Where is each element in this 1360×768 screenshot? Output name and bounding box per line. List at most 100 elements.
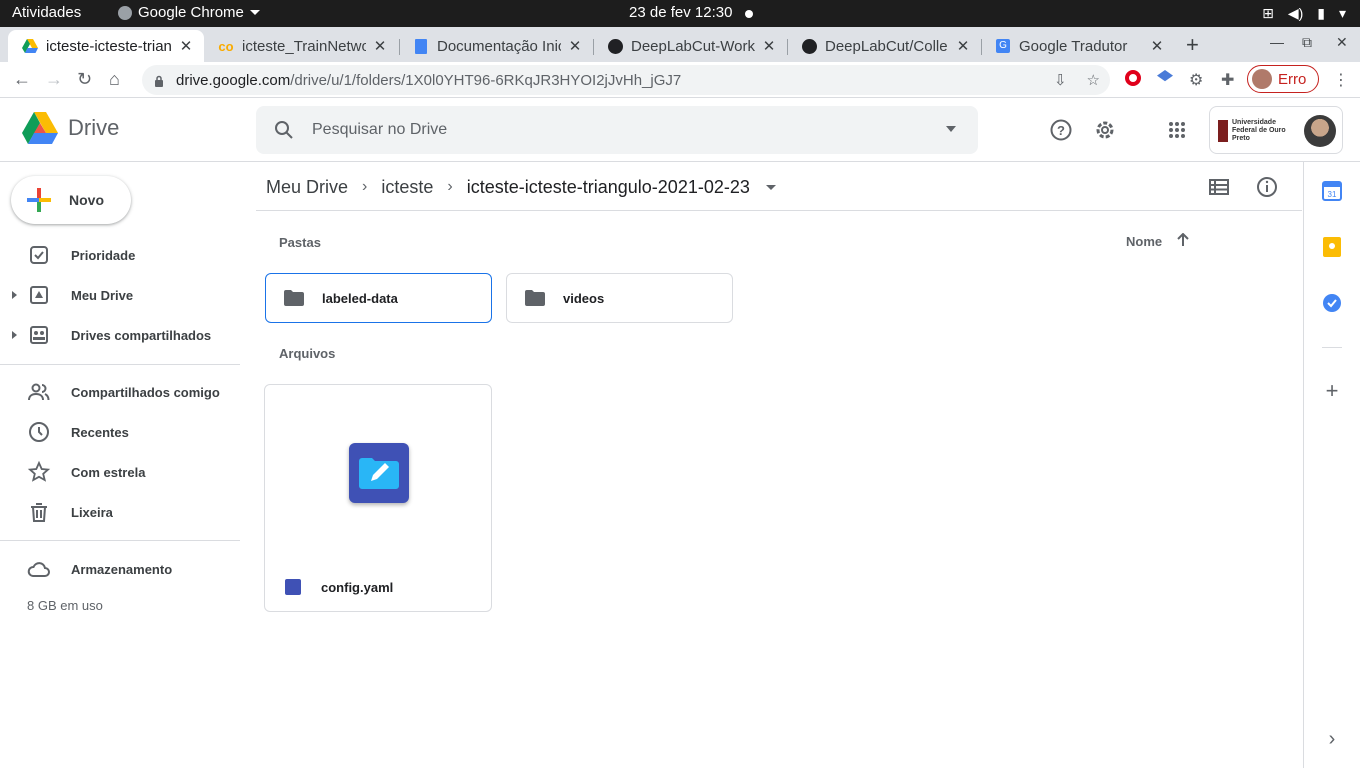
chevron-right-icon: › — [447, 178, 453, 195]
home-icon[interactable]: ⌂ — [109, 69, 120, 90]
bookmark-star-icon[interactable]: ☆ — [1087, 71, 1100, 89]
arrow-up-icon[interactable] — [1176, 232, 1190, 250]
close-icon[interactable]: ✕ — [1149, 37, 1165, 55]
sidebar-item-label: Compartilhados comigo — [71, 384, 220, 400]
list-view-icon[interactable] — [1208, 176, 1230, 198]
address-bar[interactable]: drive.google.com/drive/u/1/folders/1X0l0… — [142, 65, 1110, 95]
settings-gear-icon[interactable] — [1093, 118, 1117, 142]
shared-drives-icon — [30, 326, 48, 344]
tab-github-collection[interactable]: DeepLabCut/Colle ✕ — [787, 30, 981, 62]
url-text[interactable]: drive.google.com/drive/u/1/folders/1X0l0… — [176, 72, 681, 89]
github-icon — [801, 38, 817, 54]
tab-title: icteste-icteste-trian — [46, 37, 172, 55]
forward-icon[interactable]: → — [45, 69, 63, 90]
close-icon[interactable]: ✕ — [567, 37, 583, 55]
close-icon[interactable]: ✕ — [372, 37, 388, 55]
tab-colab[interactable]: co icteste_TrainNetwo ✕ — [204, 30, 398, 62]
side-panel-divider — [1322, 347, 1342, 348]
activities-button[interactable]: Atividades — [12, 4, 81, 21]
search-options-icon[interactable] — [946, 126, 956, 132]
folders-section-title: Pastas — [279, 235, 321, 250]
expand-arrow-icon[interactable] — [12, 291, 17, 299]
folder-item[interactable]: labeled-data — [265, 273, 492, 323]
graduation-extension-icon[interactable] — [1157, 70, 1173, 84]
window-close-button[interactable]: ✕ — [1336, 34, 1348, 51]
sidebar-item-recent[interactable]: Recentes — [0, 412, 240, 452]
tab-drive[interactable]: icteste-icteste-trian ✕ — [8, 30, 204, 62]
sidebar-item-starred[interactable]: Com estrela — [0, 452, 240, 492]
profile-error-button[interactable]: Erro — [1247, 65, 1319, 93]
colab-icon: co — [218, 38, 234, 54]
system-tray[interactable]: ⊞ ◀) ▮ ▾ — [1262, 5, 1346, 22]
main-divider — [256, 210, 1302, 211]
svg-text:?: ? — [1057, 123, 1065, 138]
back-icon[interactable]: ← — [13, 69, 31, 90]
tab-github-workshop[interactable]: DeepLabCut-Work ✕ — [593, 30, 787, 62]
sidebar-item-shared-drives[interactable]: Drives compartilhados — [0, 315, 240, 355]
network-icon: ⊞ — [1262, 5, 1274, 21]
search-icon[interactable] — [274, 120, 294, 140]
new-button[interactable]: Novo — [11, 176, 131, 224]
install-app-icon[interactable]: ⇩ — [1054, 71, 1067, 89]
restore-button[interactable]: ⧉ — [1302, 34, 1312, 51]
account-avatar[interactable] — [1304, 115, 1336, 147]
breadcrumb-item[interactable]: icteste — [371, 177, 443, 198]
drive-logo-text: Drive — [68, 115, 120, 140]
chevron-down-icon: ▾ — [1338, 5, 1346, 21]
tasks-icon[interactable] — [1322, 293, 1342, 313]
files-section-title: Arquivos — [279, 346, 336, 361]
tab-docs[interactable]: Documentação Inic ✕ — [399, 30, 593, 62]
sidebar-item-shared-with-me[interactable]: Compartilhados comigo — [0, 372, 240, 412]
help-icon[interactable]: ? — [1049, 118, 1073, 142]
minimize-button[interactable]: — — [1270, 34, 1284, 50]
app-menu[interactable]: Google Chrome — [118, 4, 260, 21]
folder-item[interactable]: videos — [506, 273, 733, 323]
opera-extension-icon[interactable] — [1125, 70, 1141, 86]
clock[interactable]: 23 de fev 12:30 — [629, 4, 732, 21]
account-switcher[interactable]: Universidade Federal de Ouro Preto — [1209, 106, 1343, 154]
file-card[interactable]: config.yaml — [264, 384, 492, 612]
sidebar-item-priority[interactable]: Prioridade — [0, 235, 240, 275]
expand-arrow-icon[interactable] — [12, 331, 17, 339]
docs-icon — [413, 38, 429, 54]
sidebar-item-storage[interactable]: Armazenamento — [0, 549, 240, 589]
sidebar-item-label: Prioridade — [71, 247, 136, 263]
sidebar-item-trash[interactable]: Lixeira — [0, 492, 240, 532]
more-vert-icon[interactable]: ⋮ — [1333, 70, 1349, 90]
org-name: Universidade Federal de Ouro Preto — [1232, 119, 1286, 142]
plus-icon — [27, 188, 51, 212]
breadcrumb-item[interactable]: Meu Drive — [256, 177, 358, 198]
reload-icon[interactable]: ↻ — [77, 69, 92, 90]
chevron-right-icon[interactable]: › — [1322, 729, 1342, 750]
github-icon — [607, 38, 623, 54]
search-input[interactable] — [312, 121, 912, 139]
new-tab-button[interactable]: + — [1186, 32, 1199, 58]
tab-title: icteste_TrainNetwo — [242, 37, 366, 55]
calendar-icon[interactable]: 31 — [1322, 181, 1342, 201]
keep-icon[interactable] — [1322, 237, 1342, 257]
sort-control[interactable]: Nome — [1126, 232, 1190, 250]
close-icon[interactable]: ✕ — [761, 37, 777, 55]
add-addon-icon[interactable]: + — [1322, 380, 1342, 402]
svg-text:31: 31 — [1328, 190, 1337, 199]
lock-icon — [154, 74, 164, 87]
folder-menu-caret-icon[interactable] — [765, 184, 776, 190]
file-thumbnail — [349, 443, 409, 503]
extensions-puzzle-icon[interactable]: ✚ — [1221, 70, 1234, 90]
close-icon[interactable]: ✕ — [955, 37, 971, 55]
org-crest-icon — [1218, 120, 1228, 142]
tab-title: Google Tradutor — [1019, 37, 1128, 55]
apps-grid-icon[interactable] — [1165, 118, 1189, 142]
drive-logo[interactable]: Drive — [22, 112, 119, 144]
my-drive-icon — [30, 286, 48, 304]
tab-translate[interactable]: G Google Tradutor ✕ — [981, 30, 1175, 62]
check-circle-icon — [30, 246, 48, 264]
close-icon[interactable]: ✕ — [178, 37, 194, 55]
grammar-extension-icon[interactable]: ⚙ — [1189, 70, 1203, 90]
people-icon — [28, 383, 50, 401]
search-bar[interactable] — [256, 106, 978, 154]
sidebar-item-label: Drives compartilhados — [71, 327, 212, 343]
info-icon[interactable] — [1256, 176, 1278, 198]
sidebar-item-my-drive[interactable]: Meu Drive — [0, 275, 240, 315]
breadcrumb-current[interactable]: icteste-icteste-triangulo-2021-02-23 — [457, 177, 760, 198]
